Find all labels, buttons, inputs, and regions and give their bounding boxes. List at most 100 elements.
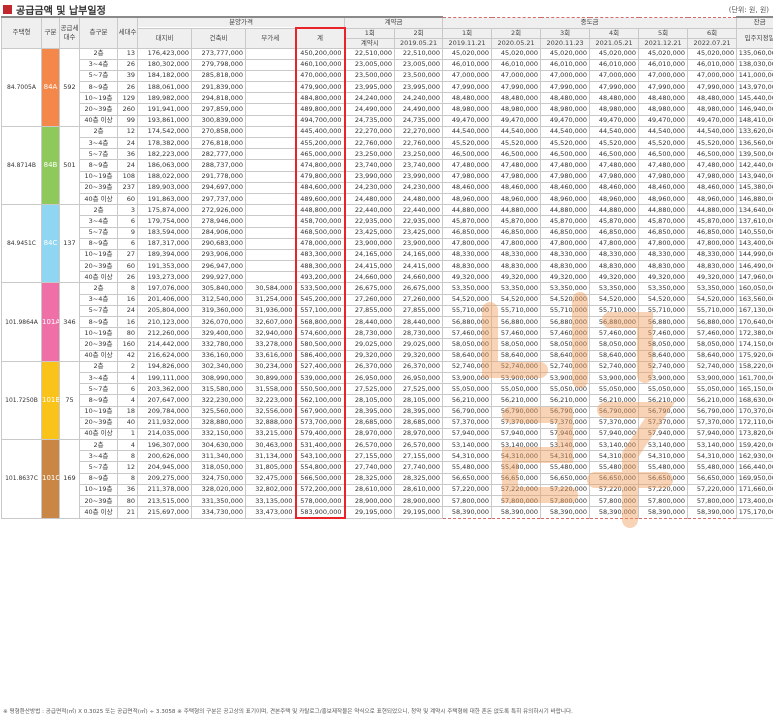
amount-cell: 57,370,000 [442, 416, 493, 429]
amount-cell: 199,111,000 [137, 371, 192, 385]
amount-cell: 46,500,000 [442, 148, 493, 161]
amount-cell: 46,500,000 [540, 148, 591, 161]
units-cell: 99 [117, 114, 138, 127]
amount-cell: 53,900,000 [687, 371, 738, 385]
units-cell: 260 [117, 103, 138, 116]
amount-cell: 57,370,000 [589, 416, 640, 429]
middle-3-date: 2020.11.23 [540, 37, 591, 49]
amount-cell: 49,470,000 [687, 114, 738, 127]
amount-cell: 54,310,000 [638, 450, 689, 463]
amount-cell: 47,800,000 [687, 237, 738, 250]
table-row: 3~4층 4 199,111,000 308,990,000 30,899,000 539… [2, 371, 773, 385]
amount-cell: 324,750,000 [191, 472, 246, 485]
amount-cell: 48,460,000 [442, 181, 493, 194]
total-price-cell: 580,500,000 [294, 338, 346, 351]
total-price-cell: 578,000,000 [294, 494, 346, 508]
amount-cell: 200,626,000 [137, 450, 192, 463]
amount-cell: 45,520,000 [687, 136, 738, 150]
table-row: 40층 이상 99 193,861,000 300,839,000 494,700,00… [2, 114, 773, 127]
amount-cell: 187,317,000 [137, 237, 192, 250]
total-price-cell: 484,600,000 [294, 181, 346, 194]
floor-cell: 5~7층 [79, 226, 118, 239]
amount-cell: 55,480,000 [540, 461, 591, 474]
amount-cell: 210,123,000 [137, 315, 192, 329]
units-cell: 6 [117, 215, 138, 228]
amount-cell: 319,360,000 [191, 304, 246, 318]
units-cell: 26 [117, 271, 138, 284]
floor-cell: 8~9층 [79, 394, 118, 407]
amount-cell: 173,400,000 [736, 494, 773, 508]
amount-cell: 194,826,000 [137, 360, 192, 373]
amount-cell: 30,584,000 [245, 282, 296, 295]
amount-cell: 48,460,000 [540, 181, 591, 194]
amount-cell: 284,906,000 [191, 226, 246, 239]
amount-cell: 28,325,000 [394, 472, 444, 485]
middle-2-date: 2020.05.21 [491, 37, 542, 49]
amount-cell [245, 58, 296, 71]
amount-cell: 55,710,000 [540, 304, 591, 318]
floor-cell: 5~7층 [79, 383, 118, 396]
amount-cell: 214,442,000 [137, 338, 192, 351]
amount-cell: 45,020,000 [638, 47, 689, 60]
total-price-cell: 489,600,000 [294, 192, 346, 206]
amount-cell: 58,050,000 [589, 338, 640, 351]
amount-cell: 57,370,000 [638, 416, 689, 429]
table-row: 20~39층 60 191,353,000 296,947,000 488,300,00… [2, 260, 773, 273]
amount-cell: 32,802,000 [245, 483, 296, 497]
table-row: 40층 이상 60 191,863,000 297,737,000 489,600,00… [2, 192, 773, 206]
amount-cell: 188,061,000 [137, 81, 192, 94]
amount-cell: 332,150,000 [191, 427, 246, 441]
amount-cell: 169,950,000 [736, 472, 773, 485]
amount-cell: 48,980,000 [687, 103, 738, 116]
amount-cell: 56,210,000 [638, 394, 689, 407]
floor-cell: 5~7층 [79, 148, 118, 161]
units-cell: 16 [117, 293, 138, 306]
units-cell: 4 [117, 394, 138, 407]
total-price-cell: 474,800,000 [294, 159, 346, 172]
units-cell: 27 [117, 248, 138, 262]
amount-cell: 163,560,000 [736, 293, 773, 306]
amount-cell: 44,540,000 [491, 125, 542, 139]
amount-cell: 53,900,000 [491, 371, 542, 385]
house-type-cell: 101.9864A [1, 282, 42, 362]
amount-cell: 23,740,000 [394, 159, 444, 172]
amount-cell: 186,063,000 [137, 159, 192, 172]
table-row: 84.8714B 84B 501 2층 12 174,542,000 270,858,000… [1, 125, 773, 206]
amount-cell: 23,425,000 [344, 226, 396, 239]
floor-cell: 40층 이상 [79, 271, 118, 284]
amount-cell: 55,710,000 [589, 304, 640, 318]
amount-cell: 297,859,000 [191, 103, 246, 116]
amount-cell: 22,510,000 [394, 47, 444, 60]
col-contract-1: 1회 [344, 27, 396, 39]
amount-cell: 161,700,000 [736, 371, 773, 385]
amount-cell: 57,370,000 [491, 416, 542, 429]
units-cell: 60 [117, 260, 138, 273]
table-row: 101.8637C 101C 169 2층 4 196,307,000 304,630,00… [1, 439, 773, 519]
amount-cell: 45,520,000 [638, 136, 689, 150]
floor-cell: 40층 이상 [79, 114, 118, 127]
amount-cell [245, 260, 296, 273]
amount-cell: 28,730,000 [394, 327, 444, 340]
amount-cell: 28,730,000 [344, 327, 396, 340]
amount-cell: 45,520,000 [589, 136, 640, 150]
amount-cell: 48,480,000 [638, 92, 689, 105]
amount-cell: 55,480,000 [687, 461, 738, 474]
amount-cell: 47,800,000 [540, 237, 591, 250]
amount-cell: 26,675,000 [394, 282, 444, 295]
floor-cell: 10~19층 [79, 405, 118, 418]
amount-cell: 137,610,000 [736, 215, 773, 228]
total-price-cell: 531,400,000 [294, 439, 346, 452]
amount-cell: 47,800,000 [638, 237, 689, 250]
col-middle-4: 4회 [589, 27, 640, 39]
units-cell: 26 [117, 58, 138, 71]
amount-cell: 44,880,000 [687, 204, 738, 217]
amount-cell: 44,540,000 [442, 125, 493, 139]
supply-units-cell: 501 [59, 125, 80, 206]
amount-cell: 24,735,000 [344, 114, 396, 127]
amount-cell: 53,350,000 [540, 282, 591, 295]
floor-cell: 3~4층 [79, 450, 118, 463]
floor-cell: 2층 [79, 282, 118, 295]
amount-cell: 31,805,000 [245, 461, 296, 474]
amount-cell: 57,220,000 [491, 483, 542, 497]
col-vat: 부가세 [245, 27, 296, 49]
